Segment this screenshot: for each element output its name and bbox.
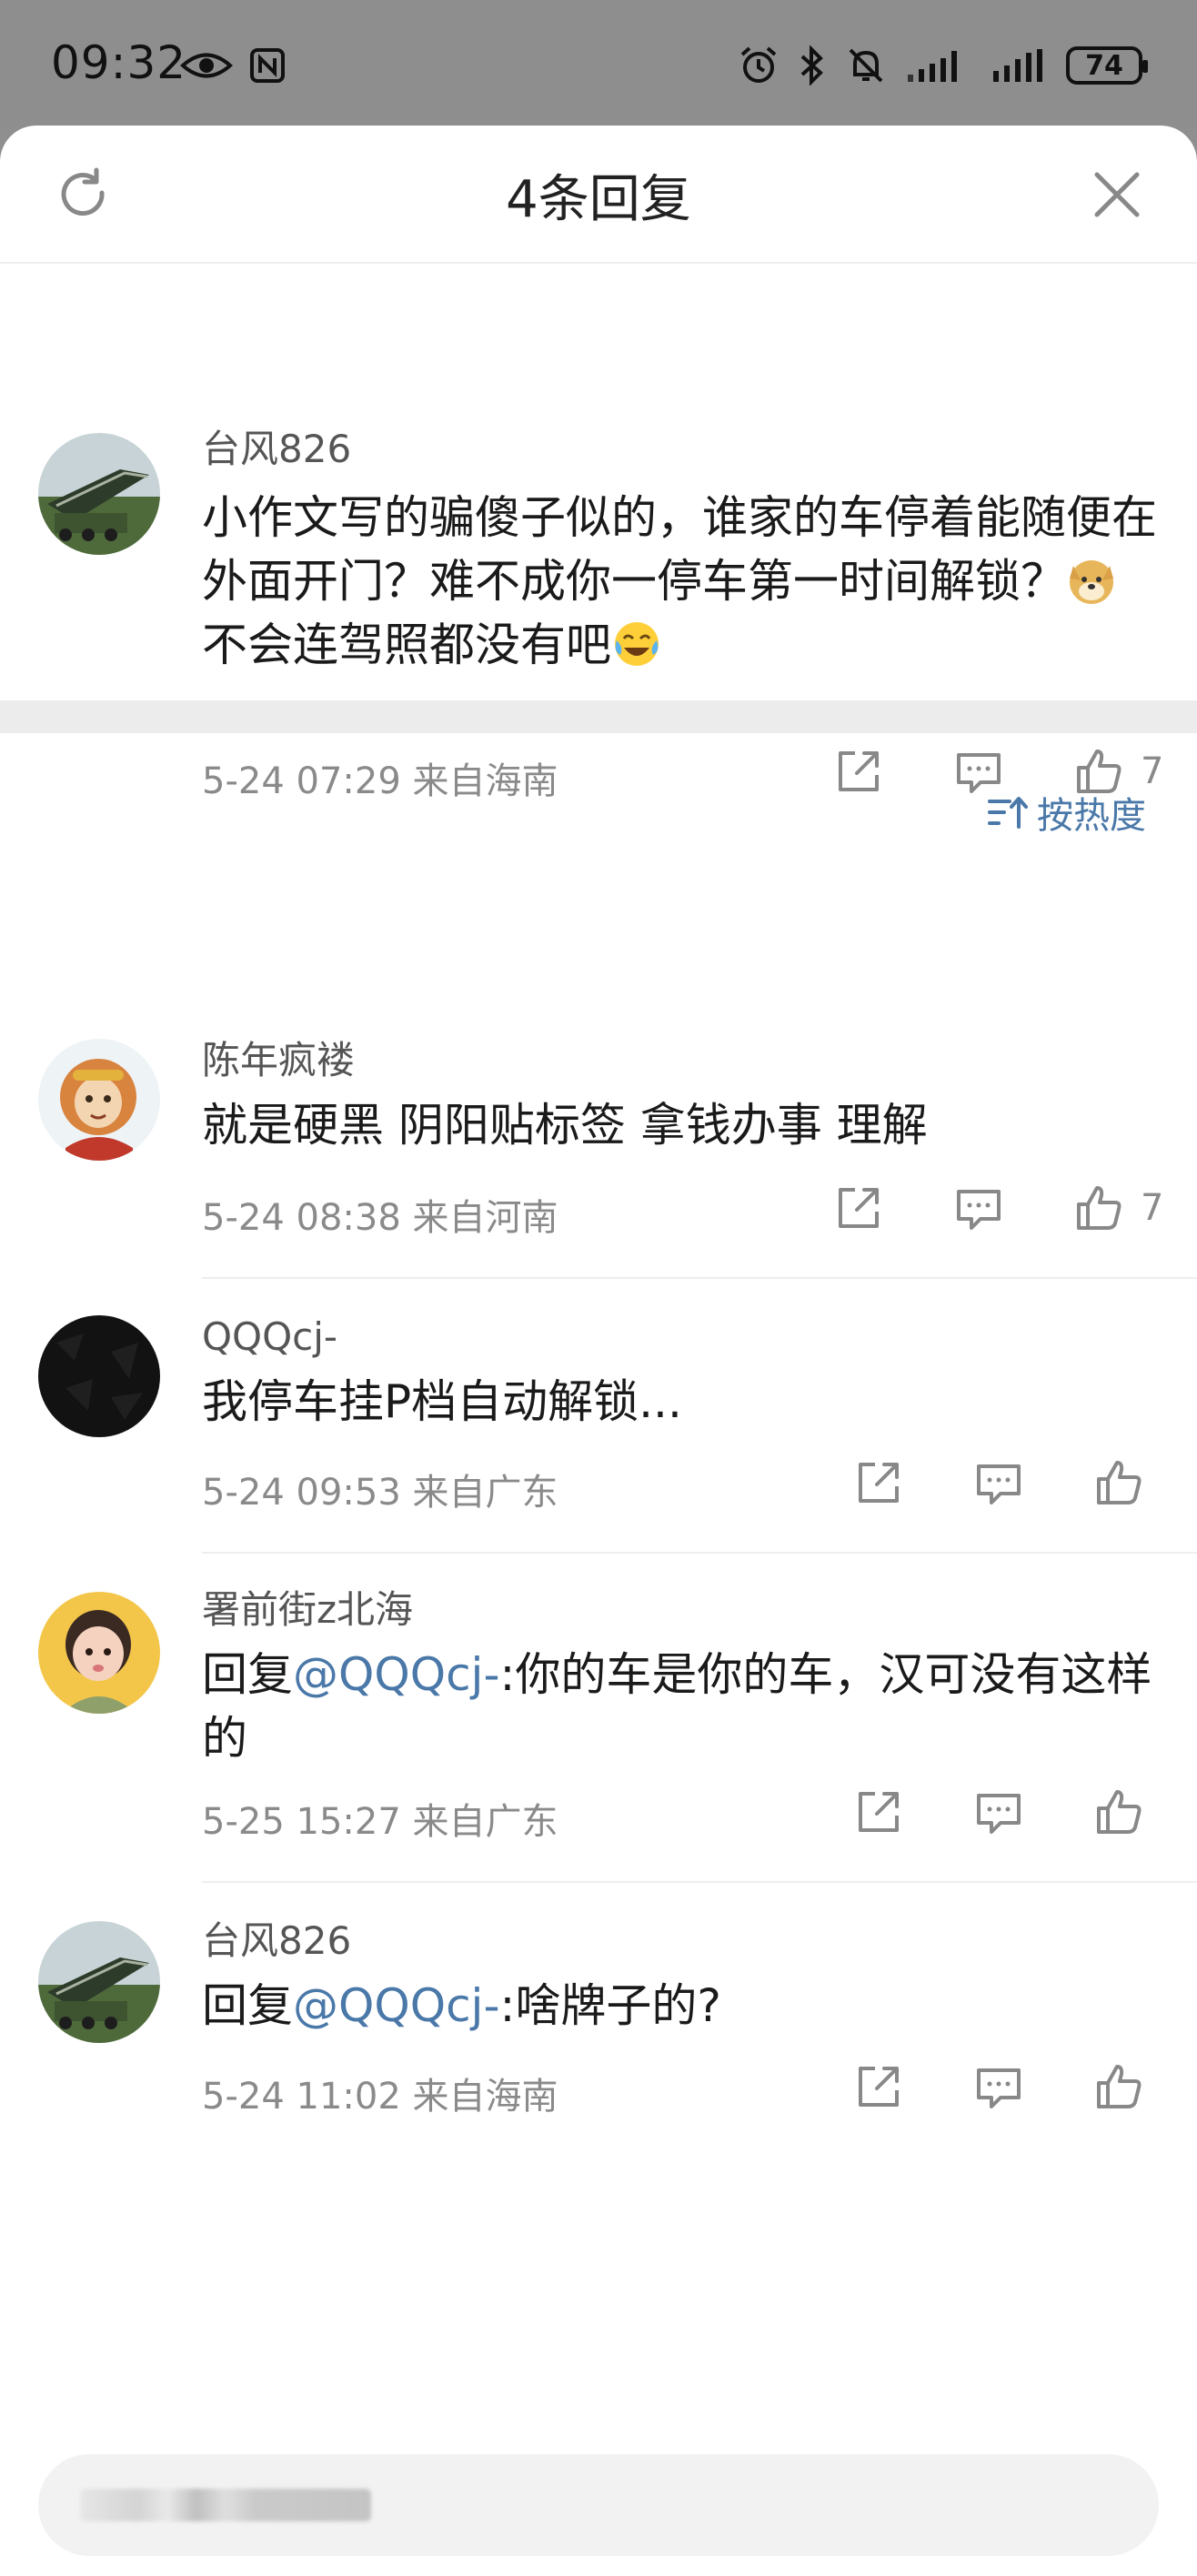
bluetooth-icon — [800, 45, 823, 86]
eye-icon — [180, 53, 233, 78]
comment-meta: 5-24 07:29 来自海南 — [202, 760, 558, 802]
nfc-icon — [250, 48, 285, 83]
reply-actions — [784, 2061, 1144, 2112]
thumbs-up-icon[interactable] — [1093, 2061, 1144, 2112]
comment-text-part2: 不会连驾照都没有吧 — [202, 619, 611, 671]
reply-text: 就是硬黑 阴阳贴标签 拿钱办事 理解 — [202, 1099, 928, 1152]
status-right-icons: 74 — [739, 45, 1148, 86]
mention-link[interactable]: @QQQcj- — [293, 1648, 500, 1701]
avatar[interactable] — [38, 1921, 160, 2043]
comment-text-part1: 小作文写的骗傻子似的，谁家的车停着能随便在外面开门？难不成你一停车第一时间解锁？ — [202, 491, 1157, 608]
avatar[interactable] — [38, 433, 160, 555]
comment-text: 小作文写的骗傻子似的，谁家的车停着能随便在外面开门？难不成你一停车第一时间解锁？… — [202, 486, 1161, 677]
reply-content: :啥牌子的? — [499, 1979, 721, 2032]
share-icon[interactable] — [853, 1786, 904, 1837]
share-icon[interactable] — [833, 746, 884, 797]
reply-prefix: 回复 — [202, 1979, 293, 2032]
mention-link[interactable]: @QQQcj- — [293, 1979, 500, 2032]
reply-body: 台风826 回复@QQQcj-:啥牌子的? — [202, 1914, 1161, 2038]
divider — [202, 1277, 1197, 1279]
avatar[interactable] — [38, 1592, 160, 1714]
status-bar: 09:32 74 — [0, 0, 1197, 127]
sort-button[interactable]: 按热度 — [988, 786, 1146, 839]
reply-meta: 5-25 15:27 来自广东 — [202, 1801, 558, 1843]
close-icon[interactable] — [1090, 167, 1144, 222]
alarm-icon — [740, 46, 777, 83]
username[interactable]: 台风826 — [202, 422, 1161, 477]
reply-actions: 7 — [764, 1182, 1164, 1233]
reply-input[interactable] — [38, 2454, 1159, 2556]
comment-icon[interactable] — [973, 1457, 1024, 1508]
sort-label: 按热度 — [1037, 795, 1146, 837]
comment-icon[interactable] — [973, 2061, 1024, 2112]
avatar[interactable] — [38, 1039, 160, 1161]
avatar[interactable] — [38, 1315, 160, 1437]
reply-actions — [784, 1786, 1144, 1837]
share-icon[interactable] — [853, 1457, 904, 1508]
sheet-header: 4条回复 — [0, 126, 1197, 264]
status-time: 09:32 — [51, 36, 187, 89]
reply-prefix: 回复 — [202, 1648, 293, 1701]
sort-icon — [988, 797, 1028, 829]
section-divider — [0, 700, 1197, 733]
like-count: 7 — [1141, 1187, 1164, 1229]
reply-meta: 5-24 11:02 来自海南 — [202, 2076, 558, 2118]
doge-emoji — [1070, 560, 1113, 604]
signal-icon — [908, 51, 957, 82]
share-icon[interactable] — [853, 2061, 904, 2112]
reply-body: QQQcj- 我停车挂P档自动解锁... — [202, 1310, 1161, 1434]
sheet-title: 4条回复 — [506, 170, 691, 229]
share-icon[interactable] — [833, 1182, 884, 1233]
reply-meta: 5-24 09:53 来自广东 — [202, 1472, 558, 1514]
thumbs-up-icon[interactable] — [1073, 1182, 1124, 1233]
comment-icon[interactable] — [973, 1786, 1024, 1837]
reply-body: 陈年疯褛 就是硬黑 阴阳贴标签 拿钱办事 理解 — [202, 1033, 1161, 1157]
username[interactable]: 陈年疯褛 — [202, 1033, 1161, 1088]
reply-text: 我停车挂P档自动解锁... — [202, 1375, 682, 1428]
reply-text: 回复@QQQcj-:你的车是你的车，汉可没有这样的 — [202, 1643, 1161, 1770]
comment-body: 台风826 小作文写的骗傻子似的，谁家的车停着能随便在外面开门？难不成你一停车第… — [202, 422, 1161, 677]
laugh-cry-emoji — [615, 622, 659, 666]
thumbs-up-icon[interactable] — [1093, 1786, 1144, 1837]
battery-indicator: 74 — [1066, 46, 1148, 85]
status-left-icons — [180, 47, 286, 84]
username[interactable]: 台风826 — [202, 1914, 1161, 1968]
reply-text: 回复@QQQcj-:啥牌子的? — [202, 1974, 1161, 2038]
divider — [202, 1552, 1197, 1554]
reply-meta: 5-24 08:38 来自河南 — [202, 1197, 558, 1239]
comment-icon[interactable] — [953, 1182, 1004, 1233]
username[interactable]: QQQcj- — [202, 1310, 1161, 1364]
reply-actions — [784, 1457, 1144, 1508]
thumbs-up-icon[interactable] — [1093, 1457, 1144, 1508]
blurred-placeholder — [80, 2489, 371, 2521]
divider — [202, 1881, 1197, 1883]
signal-icon-2 — [993, 49, 1042, 82]
username[interactable]: 署前街z北海 — [202, 1583, 1161, 1637]
replies-sheet: 4条回复 台风826 小作文写的骗傻子似的，谁家的车停着能随便在外面开门？难不成… — [0, 126, 1197, 2576]
reply-body: 署前街z北海 回复@QQQcj-:你的车是你的车，汉可没有这样的 — [202, 1583, 1161, 1770]
mute-icon — [849, 48, 883, 83]
